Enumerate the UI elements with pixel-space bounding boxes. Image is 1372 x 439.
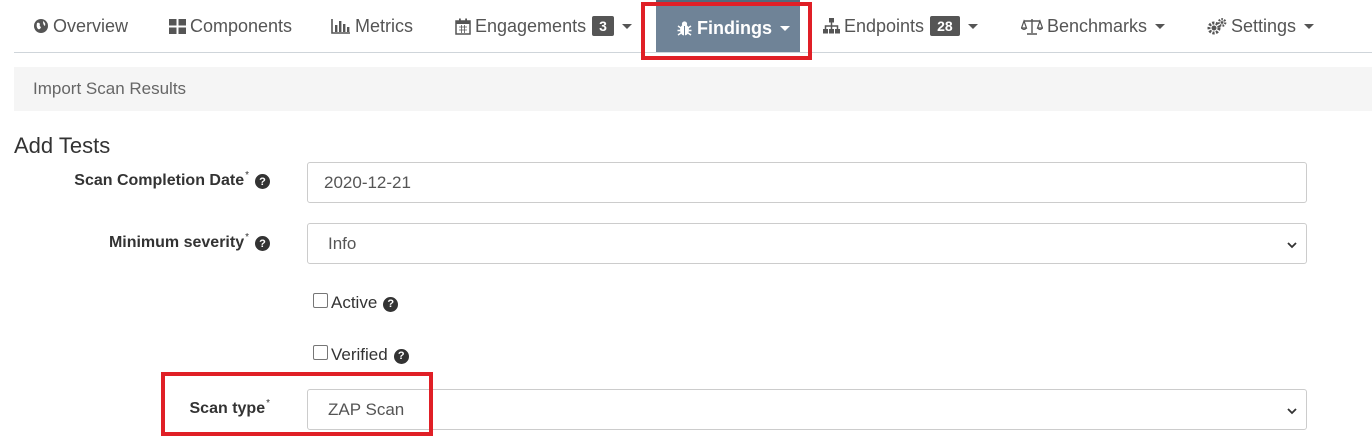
breadcrumb: Import Scan Results [14,67,1372,111]
chevron-down-icon [1286,236,1298,256]
active-checkbox[interactable] [313,292,328,308]
nav-settings-label: Settings [1231,15,1297,36]
verified-checkbox[interactable] [313,344,328,360]
min-severity-label: Minimum severity * ? [108,232,270,252]
required-mark: * [266,398,270,409]
chevron-down-icon [1155,23,1166,29]
question-icon[interactable]: ? [255,236,270,251]
chevron-down-icon [1286,402,1298,422]
chevron-down-icon [1304,23,1315,29]
question-icon[interactable]: ? [255,174,270,189]
nav-components-label: Components [190,15,293,36]
breadcrumb-current: Import Scan Results [33,79,187,98]
gears-icon [1207,17,1227,35]
scan-date-value: 2020-12-21 [324,172,411,192]
endpoints-count-badge: 28 [930,16,960,36]
question-icon[interactable]: ? [383,296,399,312]
scan-type-value: ZAP Scan [328,399,405,419]
calendar-icon [455,18,471,35]
engagements-count-badge: 3 [592,16,614,36]
scan-type-select[interactable]: ZAP Scan [307,389,1307,430]
grid-icon [169,18,186,34]
scan-date-label: Scan Completion Date * ? [74,170,270,190]
nav-findings-label: Findings [697,17,772,38]
page-title: Add Tests [14,133,111,158]
min-severity-value: Info [328,233,357,253]
bar-chart-icon [331,18,351,34]
question-icon[interactable]: ? [393,348,409,364]
chevron-down-icon [780,25,790,31]
scan-date-input[interactable]: 2020-12-21 [307,162,1307,203]
bug-icon [676,20,693,37]
nav-overview[interactable]: Overview [33,0,128,52]
top-navbar: Overview Components Metrics Engagements … [14,0,1372,53]
scan-type-label: Scan type * [189,398,271,418]
nav-engagements-label: Engagements [475,15,587,36]
nav-overview-label: Overview [53,15,129,36]
min-severity-select[interactable]: Info [307,223,1307,264]
nav-endpoints[interactable]: Endpoints 28 [823,0,978,52]
nav-findings[interactable]: Findings [656,0,800,52]
globe-icon [33,18,49,34]
nav-endpoints-label: Endpoints [844,15,925,36]
verified-checkbox-row: Verified ? [313,344,409,365]
min-severity-label-text: Minimum severity [108,234,245,251]
nav-settings[interactable]: Settings [1207,0,1315,52]
nav-components[interactable]: Components [169,0,292,52]
scan-date-label-text: Scan Completion Date [74,172,245,189]
required-mark: * [245,232,249,243]
nav-engagements[interactable]: Engagements 3 [455,0,632,52]
nav-benchmarks-label: Benchmarks [1047,15,1148,36]
nav-benchmarks[interactable]: Benchmarks [1021,0,1166,52]
chevron-down-icon [621,23,632,29]
verified-label: Verified [331,345,388,364]
active-checkbox-row: Active ? [313,292,399,313]
sitemap-icon [823,18,840,34]
chevron-down-icon [967,23,978,29]
scan-type-label-text: Scan type [189,400,266,417]
nav-metrics-label: Metrics [355,15,413,36]
required-mark: * [245,170,249,181]
balance-icon [1021,18,1043,35]
active-label: Active [331,293,378,312]
nav-metrics[interactable]: Metrics [331,0,413,52]
